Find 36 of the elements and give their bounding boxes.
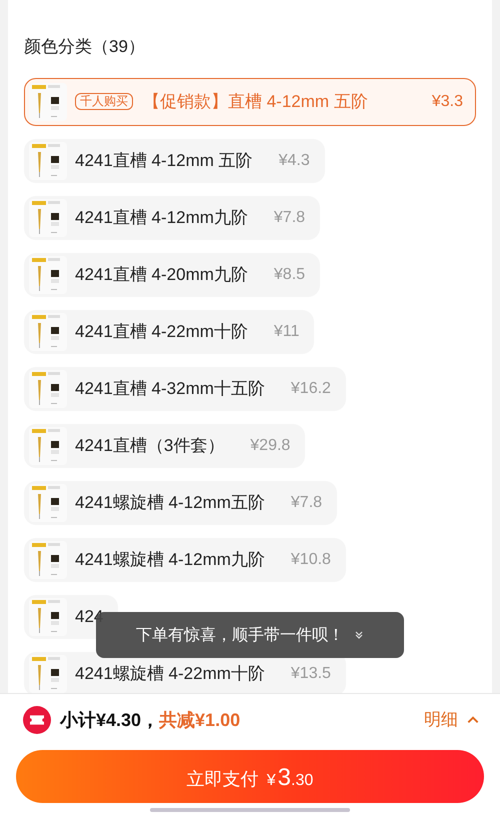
subtotal-text: 小计¥4.30， — [60, 708, 160, 732]
option-name: 4241直槽 4-12mm九阶 — [75, 208, 248, 227]
option-name: 4241直槽 4-20mm九阶 — [75, 265, 248, 284]
option-name: 4241直槽 4-22mm十阶 — [75, 322, 248, 341]
option-name: 4241螺旋槽 4-22mm十阶 — [75, 664, 265, 683]
option-price: ¥29.8 — [250, 437, 290, 455]
option-name: 4241直槽 4-32mm十五阶 — [75, 379, 265, 398]
option-price: ¥4.3 — [278, 152, 310, 170]
discount-text: 共减¥1.00 — [159, 708, 240, 732]
option-name: 4241直槽 4-12mm 五阶 — [75, 151, 253, 170]
option-name: 4241螺旋槽 4-12mm九阶 — [75, 550, 265, 569]
option-price: ¥7.8 — [290, 494, 322, 512]
option-name: 【促销款】直槽 4-12mm 五阶 — [143, 92, 368, 111]
option-chip[interactable]: 4241螺旋槽 4-12mm九阶 ¥10.8 — [24, 538, 346, 582]
chevron-down-icon[interactable] — [354, 630, 364, 640]
option-price: ¥10.8 — [290, 551, 331, 569]
option-price: ¥7.8 — [274, 209, 306, 227]
option-price: ¥8.5 — [274, 266, 306, 284]
option-chip[interactable]: 4241直槽（3件套） ¥29.8 — [24, 424, 306, 468]
option-price: ¥3.3 — [432, 93, 463, 111]
badge: 千人购买 — [75, 93, 133, 110]
option-chip[interactable]: 4241直槽 4-20mm九阶 ¥8.5 — [24, 253, 320, 297]
option-chip[interactable]: 4241直槽 4-12mm九阶 ¥7.8 — [24, 196, 320, 240]
section-title: 颜色分类（39） — [24, 36, 146, 58]
option-price: ¥16.2 — [290, 380, 331, 398]
option-name: 4241螺旋槽 4-12mm五阶 — [75, 493, 265, 512]
option-chip[interactable]: 4241直槽 4-32mm十五阶 ¥16.2 — [24, 367, 346, 411]
option-chip[interactable]: 4241螺旋槽 4-12mm五阶 ¥7.8 — [24, 481, 338, 525]
ticket-icon — [23, 706, 51, 734]
option-chip[interactable]: 4241直槽 4-22mm十阶 ¥11 — [24, 310, 314, 354]
option-price: ¥13.5 — [290, 665, 331, 683]
option-chip[interactable]: 4241直槽 4-12mm 五阶 ¥4.3 — [24, 139, 325, 183]
option-name: 4241直槽（3件套） — [75, 436, 224, 455]
toast-text: 下单有惊喜，顺手带一件呗！ — [136, 626, 344, 646]
pay-button[interactable]: 立即支付 ¥3.30 — [16, 750, 484, 803]
option-price: ¥11 — [274, 323, 300, 341]
